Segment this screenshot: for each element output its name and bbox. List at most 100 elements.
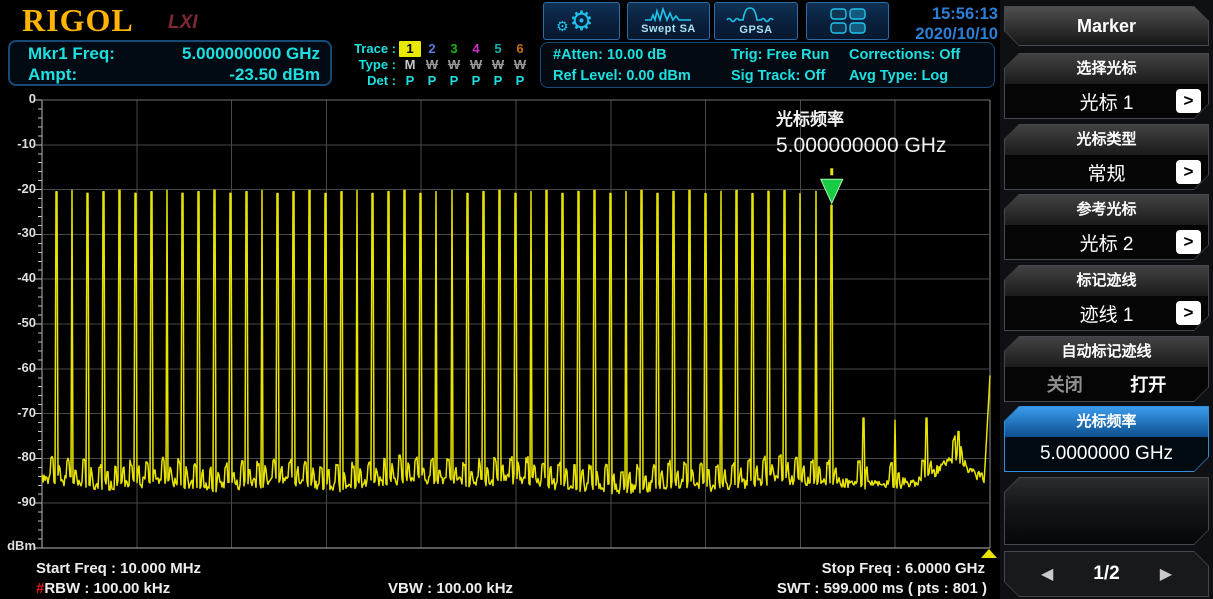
clock-date: 2020/10/10	[878, 24, 998, 44]
trace-1-type: M	[399, 57, 421, 73]
softkey-header: 光标频率	[1005, 407, 1208, 437]
y-axis-tick-label: -60	[0, 360, 36, 375]
y-axis-tick-label: -80	[0, 449, 36, 464]
pulse-icon	[725, 6, 787, 23]
mkr-freq-label: Mkr1 Freq:	[24, 43, 115, 64]
trig-readout: Trig: Free Run	[731, 45, 829, 66]
softkey-marker-type[interactable]: 光标类型 常规 >	[1004, 124, 1209, 190]
trace-3-button[interactable]: 3	[443, 41, 465, 57]
softkey-empty	[1004, 477, 1209, 545]
det-row-label: Det :	[340, 73, 396, 89]
y-axis-tick-label: -70	[0, 405, 36, 420]
trace-2-det: P	[421, 73, 443, 89]
sig-track-readout: Sig Track: Off	[731, 66, 829, 87]
rbw-readout: #RBW : 100.00 kHz	[36, 580, 170, 597]
swt-readout: SWT : 599.000 ms ( pts : 801 )	[777, 580, 987, 597]
clock-time: 15:56:13	[878, 4, 998, 24]
rbw-text: RBW : 100.00 kHz	[44, 580, 170, 597]
corrections-readout: Corrections: Off	[849, 45, 960, 66]
gear-icon: ⚙	[569, 8, 593, 35]
submenu-arrow-icon[interactable]: >	[1176, 230, 1201, 254]
marker-annotation-value: 5.000000000 GHz	[776, 134, 946, 158]
page-indicator: 1/2	[1093, 563, 1119, 585]
menu-pagination: ◀ 1/2 ▶	[1004, 551, 1209, 597]
softkey-value: 光标 2	[1080, 229, 1134, 256]
softkey-header: 自动标记迹线	[1005, 337, 1208, 367]
gear-small-icon: ⚙	[556, 18, 569, 35]
trace-5-det: P	[487, 73, 509, 89]
y-axis-tick-label: -10	[0, 136, 36, 151]
sweep-settings-panel: #Atten: 10.00 dB Ref Level: 0.00 dBm Tri…	[540, 42, 995, 88]
submenu-arrow-icon[interactable]: >	[1176, 160, 1201, 184]
gpsa-mode-button[interactable]: GPSA	[714, 2, 798, 40]
y-axis-tick-label: -90	[0, 494, 36, 509]
softkey-marker-trace[interactable]: 标记迹线 迹线 1 >	[1004, 265, 1209, 331]
window-layout-button[interactable]	[806, 2, 889, 40]
y-axis-tick-label: 0	[0, 91, 36, 106]
submenu-arrow-icon[interactable]: >	[1176, 89, 1201, 113]
page-prev-button[interactable]: ◀	[1041, 564, 1053, 584]
settings-button[interactable]: ⚙ ⚙	[543, 2, 620, 40]
trace-4-button[interactable]: 4	[465, 41, 487, 57]
softkey-header: 光标类型	[1005, 125, 1208, 155]
trace-4-type: W	[465, 57, 487, 73]
spectrum-analyzer-screen: RIGOL LXI Mkr1 Freq: 5.000000000 GHz Amp…	[0, 0, 1213, 599]
trace-5-type: W	[487, 57, 509, 73]
softkey-value: 5.0000000 GHz	[1040, 443, 1173, 465]
sweep-position-triangle-icon	[981, 549, 997, 558]
swept-sa-label: Swept SA	[641, 23, 696, 35]
system-clock: 15:56:13 2020/10/10	[878, 4, 998, 44]
softkey-select-marker[interactable]: 选择光标 光标 1 >	[1004, 53, 1209, 119]
waveform-icon	[643, 7, 695, 22]
softkey-menu: Marker 选择光标 光标 1 > 光标类型 常规 > 参考光	[1000, 0, 1213, 599]
y-axis-tick-label: -40	[0, 270, 36, 285]
menu-title-marker: Marker	[1004, 6, 1209, 46]
spectrum-chart: 0-10-20-30-40-50-60-70-80-90dBm 光标频率 5.0…	[0, 90, 1000, 562]
mkr-ampt-label: Ampt:	[24, 64, 77, 85]
trace-1-det: P	[399, 73, 421, 89]
trace-6-det: P	[509, 73, 531, 89]
y-axis-unit-label: dBm	[0, 538, 36, 553]
softkey-auto-marker-trace[interactable]: 自动标记迹线 关闭 打开	[1004, 336, 1209, 402]
start-freq-readout: Start Freq : 10.000 MHz	[36, 560, 201, 577]
page-next-button[interactable]: ▶	[1160, 564, 1172, 584]
softkey-marker-frequency[interactable]: 光标频率 5.0000000 GHz	[1004, 406, 1209, 472]
softkey-header: 标记迹线	[1005, 266, 1208, 296]
trace-1-button[interactable]: 1	[399, 41, 421, 57]
trace-4-det: P	[465, 73, 487, 89]
mkr-ampt-value: -23.50 dBm	[229, 64, 320, 85]
trace-row-label: Trace :	[340, 41, 396, 57]
softkey-value: 常规	[1087, 159, 1125, 186]
trace-3-det: P	[443, 73, 465, 89]
chart-canvas	[0, 90, 1000, 562]
toggle-off-option[interactable]: 关闭	[1047, 371, 1083, 397]
atten-readout: #Atten: 10.00 dB	[553, 45, 691, 66]
marker-readout-panel: Mkr1 Freq: 5.000000000 GHz Ampt: -23.50 …	[8, 40, 332, 86]
avg-type-readout: Avg Type: Log	[849, 66, 960, 87]
trace-6-button[interactable]: 6	[509, 41, 531, 57]
softkey-reference-marker[interactable]: 参考光标 光标 2 >	[1004, 194, 1209, 260]
trace-3-type: W	[443, 57, 465, 73]
swept-sa-mode-button[interactable]: Swept SA	[627, 2, 710, 40]
marker-triangle-icon[interactable]	[821, 179, 843, 203]
softkey-value: 迹线 1	[1080, 300, 1134, 327]
rigol-logo: RIGOL	[22, 2, 134, 39]
trace-2-button[interactable]: 2	[421, 41, 443, 57]
submenu-arrow-icon[interactable]: >	[1176, 301, 1201, 325]
softkey-header: 参考光标	[1005, 195, 1208, 225]
softkey-header: 选择光标	[1005, 54, 1208, 84]
type-row-label: Type :	[340, 57, 396, 73]
mkr-freq-value: 5.000000000 GHz	[182, 43, 320, 64]
lxi-badge: LXI	[168, 12, 198, 34]
trace-5-button[interactable]: 5	[487, 41, 509, 57]
softkey-value: 光标 1	[1080, 88, 1134, 115]
gpsa-label: GPSA	[739, 24, 772, 36]
trace-6-type: W	[509, 57, 531, 73]
trace-2-type: W	[421, 57, 443, 73]
marker-annotation-label: 光标频率	[776, 105, 844, 130]
y-axis-tick-label: -20	[0, 181, 36, 196]
toggle-on-option[interactable]: 打开	[1130, 371, 1166, 397]
layout-grid-icon	[829, 7, 867, 35]
stop-freq-readout: Stop Freq : 6.0000 GHz	[822, 560, 985, 577]
ref-level-readout: Ref Level: 0.00 dBm	[553, 66, 691, 87]
